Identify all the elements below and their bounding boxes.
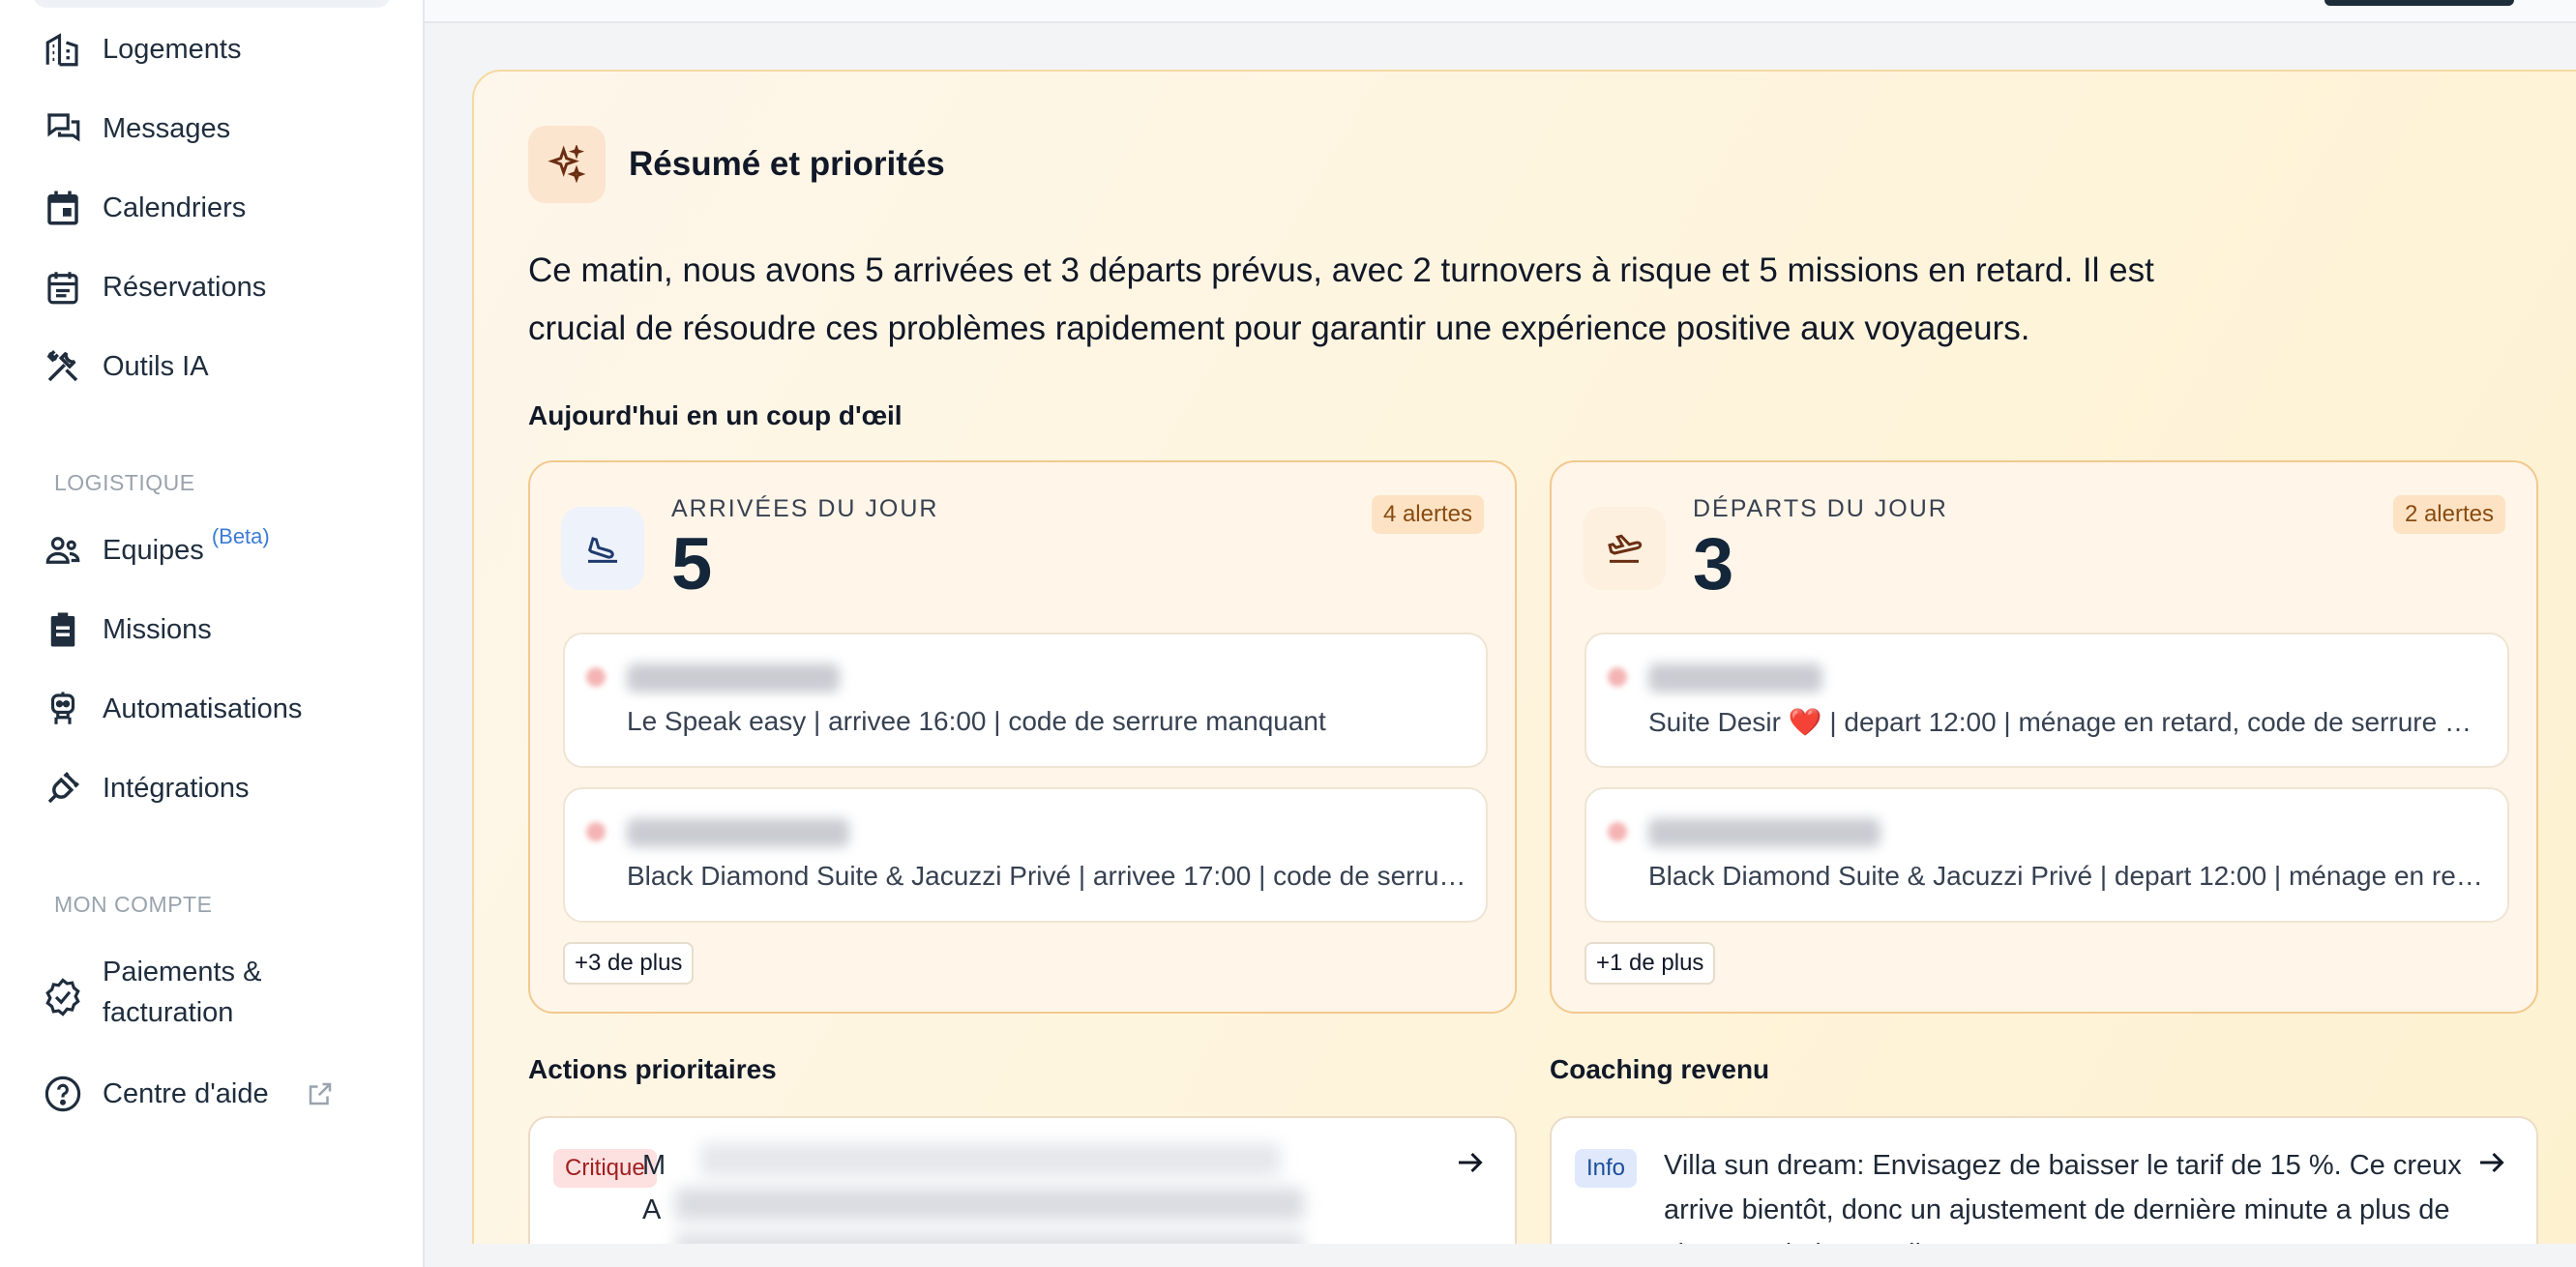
redacted-guest-name [1648, 818, 1880, 847]
departure-entry-details: Black Diamond Suite & Jacuzzi Privé | de… [1648, 861, 2490, 891]
departure-entry[interactable]: Suite Desir ❤️ | depart 12:00 | ménage e… [1584, 633, 2509, 768]
arrow-right-icon[interactable] [2474, 1145, 2509, 1180]
summary-title: Résumé et priorités [629, 145, 945, 183]
departures-icon-box [1583, 507, 1666, 590]
status-dot [1608, 667, 1627, 687]
tools-icon [46, 350, 78, 382]
verified-badge-icon [45, 978, 80, 1017]
sidebar-active-pill[interactable] [33, 0, 391, 8]
topbar-action-button[interactable] [2324, 0, 2514, 6]
redaction-band [627, 700, 1149, 708]
top-bar [425, 0, 2576, 23]
arrivals-more-chip[interactable]: +3 de plus [563, 942, 695, 985]
info-tag: Info [1575, 1149, 1638, 1188]
bottom-strip [425, 1244, 2576, 1267]
departures-more-chip[interactable]: +1 de plus [1584, 942, 1716, 985]
arrivals-count: 5 [671, 523, 713, 605]
arrivals-icon-box [561, 507, 644, 590]
section-label-logistique: LOGISTIQUE [54, 470, 195, 495]
beta-badge: (Beta) [211, 524, 270, 548]
app-root: Logements Messages Calendriers Réservati… [0, 0, 2576, 1267]
departure-entry-details: Suite Desir ❤️ | depart 12:00 | ménage e… [1648, 707, 2490, 737]
arrivals-alert-badge: 4 alertes [1371, 495, 1484, 534]
sparkle-icon-box [528, 126, 606, 203]
sidebar-item-label: Missions [103, 613, 212, 645]
sidebar-item-centre-aide[interactable]: Centre d'aide [43, 1074, 335, 1114]
departures-label: DÉPARTS DU JOUR [1693, 495, 1948, 522]
sidebar-item-logements[interactable]: Logements [43, 29, 242, 70]
chat-bubbles-icon [47, 113, 80, 142]
critical-tag: Critique [553, 1149, 657, 1188]
redacted-text [700, 1143, 1281, 1176]
external-link-icon[interactable] [306, 1079, 335, 1108]
robot-icon [50, 692, 75, 724]
help-circle-icon [44, 1075, 81, 1112]
plane-landing-icon [587, 537, 617, 563]
sidebar-item-outils-ia[interactable]: Outils IA [43, 346, 209, 387]
summary-card: Résumé et priorités Ce matin, nous avons… [472, 70, 2576, 1267]
arrival-entry-details: Le Speak easy | arrivee 16:00 | code de … [627, 706, 1326, 736]
calendar-icon [47, 191, 78, 225]
plug-icon [47, 772, 79, 804]
sidebar-item-label: Messages [103, 112, 231, 144]
departure-entry[interactable]: Black Diamond Suite & Jacuzzi Privé | de… [1584, 787, 2509, 923]
actions-title: Actions prioritaires [528, 1054, 777, 1084]
building-icon [45, 33, 78, 67]
sidebar-item-label: Calendriers [103, 192, 247, 223]
sidebar-item-integrations[interactable]: Intégrations [43, 768, 250, 809]
redacted-guest-name [627, 818, 849, 847]
sidebar-item-label: Logements [103, 33, 242, 65]
sparkle-icon [548, 145, 586, 184]
redaction-band [1648, 700, 2248, 708]
sidebar-item-equipes[interactable]: Equipes (Beta) [43, 524, 270, 571]
action-text-start: M [642, 1150, 666, 1181]
section-label-compte: MON COMPTE [54, 892, 213, 917]
team-icon [45, 537, 80, 564]
summary-header: Résumé et priorités [528, 126, 945, 203]
glance-title: Aujourd'hui en un coup d'œil [528, 400, 903, 430]
calendar-list-icon [47, 272, 78, 305]
sidebar-item-label-line2: facturation [103, 997, 234, 1028]
arrival-entry[interactable]: Black Diamond Suite & Jacuzzi Privé | ar… [563, 787, 1488, 923]
sidebar-item-calendriers[interactable]: Calendriers [43, 188, 246, 228]
departures-count: 3 [1693, 523, 1734, 605]
status-dot [586, 667, 606, 687]
arrival-entry-details: Black Diamond Suite & Jacuzzi Privé | ar… [627, 861, 1468, 891]
sidebar-item-label: Réservations [103, 271, 267, 303]
arrow-right-icon[interactable] [1453, 1145, 1488, 1180]
redacted-guest-name [1648, 663, 1822, 692]
arrival-entry[interactable]: Le Speak easy | arrivee 16:00 | code de … [563, 633, 1488, 768]
summary-text: Ce matin, nous avons 5 arrivées et 3 dép… [528, 251, 2154, 347]
sidebar-item-label: Outils IA [103, 350, 209, 382]
action-text-line2: A [642, 1194, 662, 1225]
redacted-text [675, 1188, 1304, 1221]
sidebar-item-reservations[interactable]: Réservations [43, 267, 266, 308]
sidebar-item-label: Automatisations [103, 692, 303, 724]
sidebar-item-label-line1: Paiements & [103, 957, 262, 987]
clipboard-icon [50, 612, 75, 647]
sidebar-item-label: Intégrations [103, 772, 250, 804]
main-content: Résumé et priorités Ce matin, nous avons… [425, 0, 2576, 1267]
departures-alert-badge: 2 alertes [2392, 495, 2505, 534]
sidebar-item-missions[interactable]: Missions [43, 609, 212, 650]
status-dot [1608, 822, 1627, 841]
status-dot [586, 822, 606, 841]
sidebar: Logements Messages Calendriers Réservati… [0, 0, 425, 1267]
sidebar-item-automatisations[interactable]: Automatisations [43, 689, 302, 729]
sidebar-item-label: Equipes [103, 534, 204, 566]
arrivals-label: ARRIVÉES DU JOUR [671, 495, 939, 522]
arrivals-card[interactable]: ARRIVÉES DU JOUR 5 4 alertes Le Speak ea… [528, 460, 1517, 1014]
sidebar-item-label: Centre d'aide [103, 1077, 269, 1109]
redacted-guest-name [627, 663, 840, 692]
sidebar-item-messages[interactable]: Messages [43, 108, 230, 149]
sidebar-item-paiements[interactable]: Paiements & facturation [43, 952, 261, 1033]
plane-takeoff-icon [1608, 534, 1643, 563]
coaching-title: Coaching revenu [1550, 1054, 1770, 1084]
departures-card[interactable]: DÉPARTS DU JOUR 3 2 alertes Suite Desir … [1550, 460, 2538, 1014]
